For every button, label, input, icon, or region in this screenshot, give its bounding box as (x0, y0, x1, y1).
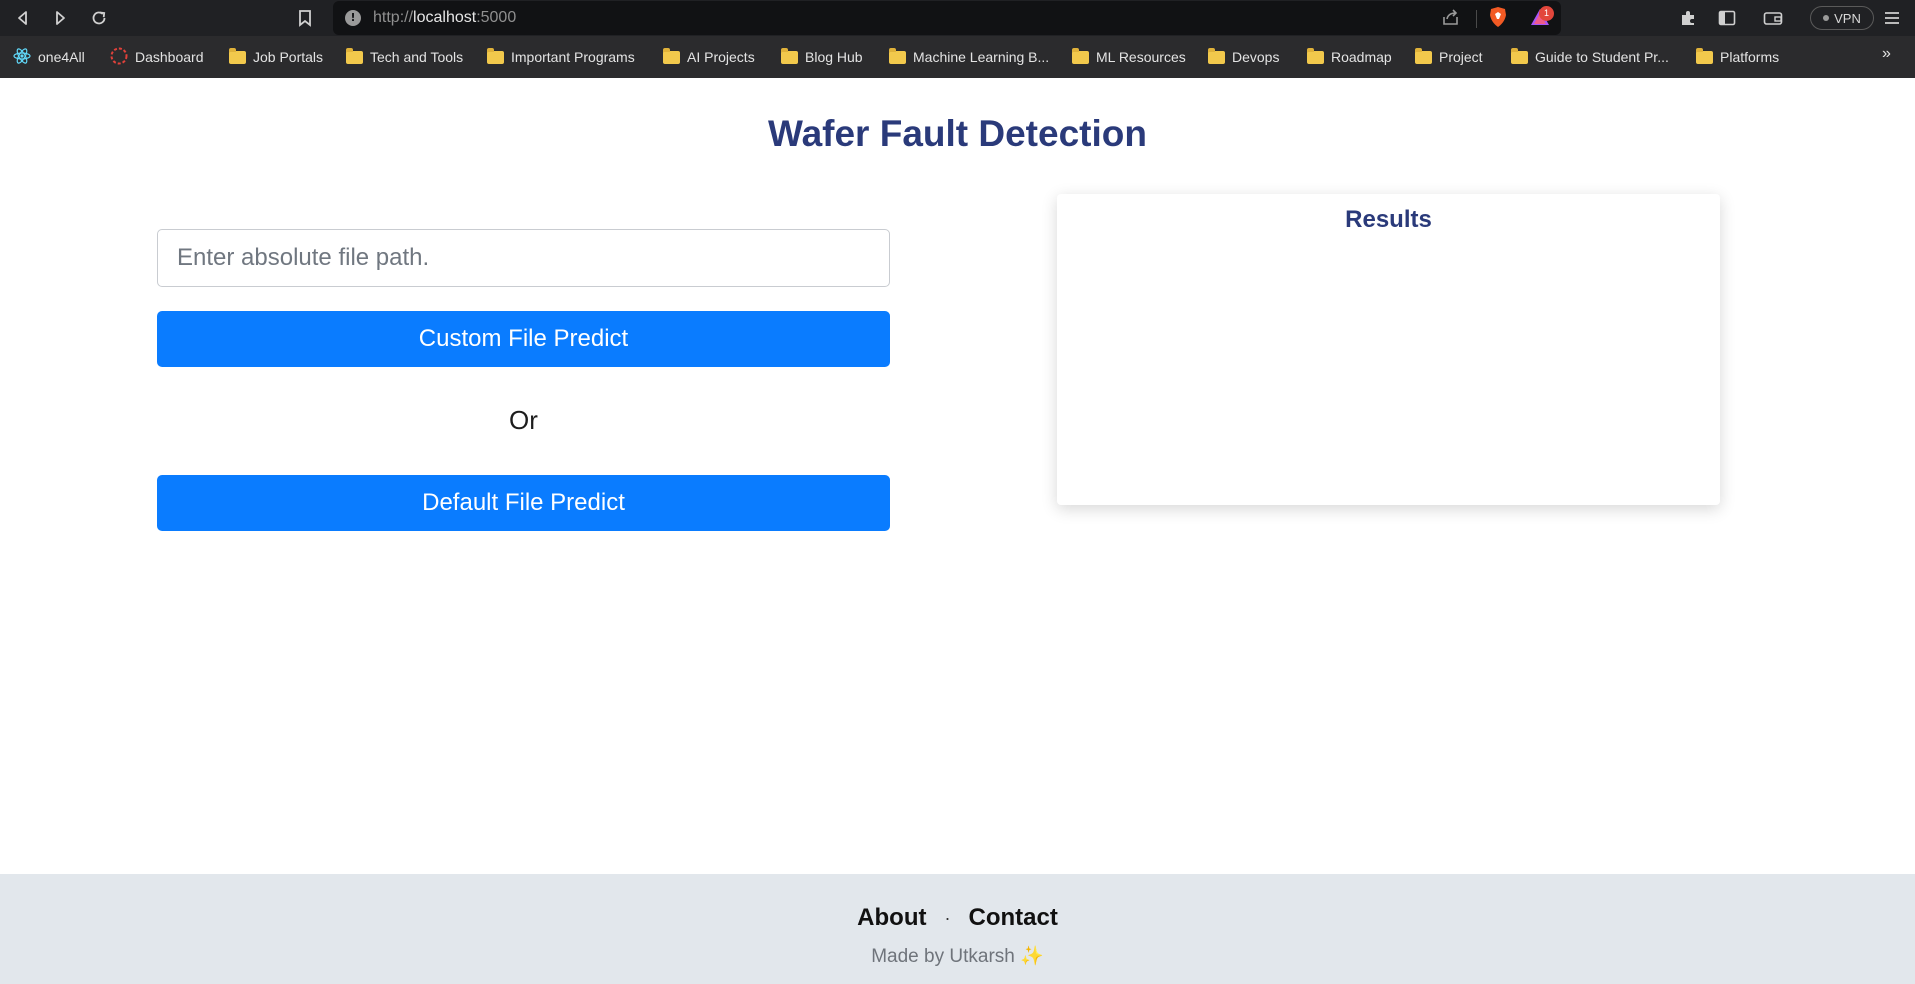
folder-icon (229, 47, 246, 64)
back-icon[interactable] (11, 6, 35, 30)
footer-separator: · (944, 908, 951, 929)
footer: About · Contact Made by Utkarsh ✨ (0, 874, 1915, 984)
bookmark-tech-and-tools[interactable]: Tech and Tools (346, 46, 463, 68)
folder-icon (663, 47, 680, 64)
bookmark-job-portals[interactable]: Job Portals (229, 46, 323, 68)
bookmark-label: Devops (1232, 49, 1280, 65)
bookmark-machine-learning[interactable]: Machine Learning B... (889, 46, 1049, 68)
bookmark-label: Platforms (1720, 49, 1780, 65)
page-title: Wafer Fault Detection (768, 113, 1147, 154)
browser-toolbar: ! http://localhost:5000 1 VPN (0, 0, 1915, 36)
file-path-input[interactable] (157, 229, 890, 287)
react-icon (13, 47, 31, 68)
vpn-button[interactable]: VPN (1810, 6, 1874, 30)
bookmarks-bar: one4All Dashboard Job Portals Tech and T… (0, 36, 1915, 78)
bookmark-label: Job Portals (253, 49, 324, 65)
url-text[interactable]: http://localhost:5000 (373, 9, 516, 27)
wallet-icon[interactable] (1761, 6, 1785, 30)
folder-icon (346, 47, 363, 64)
about-link[interactable]: About (857, 904, 926, 931)
more-bookmarks-icon[interactable]: » (1882, 45, 1891, 63)
bookmark-label: Roadmap (1331, 49, 1392, 65)
bookmark-label: ML Resources (1096, 49, 1186, 65)
bookmark-roadmap[interactable]: Roadmap (1307, 46, 1392, 68)
custom-file-predict-button[interactable]: Custom File Predict (157, 311, 890, 367)
url-divider (1476, 10, 1477, 28)
brave-shields-icon[interactable] (1488, 6, 1508, 33)
folder-icon (889, 47, 906, 64)
results-title: Results (1345, 206, 1432, 233)
bookmark-project[interactable]: Project (1415, 46, 1483, 68)
sidebar-icon[interactable] (1715, 6, 1739, 30)
folder-icon (781, 47, 798, 64)
bookmark-label: Tech and Tools (370, 49, 464, 65)
bookmark-dashboard[interactable]: Dashboard (110, 46, 204, 68)
address-bar[interactable]: ! http://localhost:5000 (333, 1, 1561, 35)
footer-credit: Made by Utkarsh ✨ (871, 946, 1044, 967)
menu-icon[interactable] (1880, 6, 1904, 30)
folder-icon (1415, 47, 1432, 64)
extensions-icon[interactable] (1676, 6, 1700, 30)
bookmark-ai-projects[interactable]: AI Projects (663, 46, 755, 68)
contact-link[interactable]: Contact (968, 904, 1057, 931)
folder-icon (1511, 47, 1528, 64)
rewards-badge: 1 (1539, 6, 1554, 21)
bookmark-label: Machine Learning B... (913, 49, 1050, 65)
footer-links: About · Contact (0, 904, 1915, 932)
vpn-status-dot (1823, 15, 1830, 21)
bookmark-devops[interactable]: Devops (1208, 46, 1279, 68)
reload-icon[interactable] (87, 6, 111, 30)
bookmark-platforms[interactable]: Platforms (1696, 46, 1779, 68)
folder-icon (1072, 47, 1089, 64)
dashboard-icon (110, 47, 128, 68)
bookmark-label: Project (1439, 49, 1483, 65)
bookmark-blog-hub[interactable]: Blog Hub (781, 46, 863, 68)
bookmark-label: AI Projects (687, 49, 755, 65)
folder-icon (1307, 47, 1324, 64)
bookmark-label: one4All (38, 49, 85, 65)
vpn-label: VPN (1834, 10, 1861, 26)
folder-icon (487, 47, 504, 64)
bookmark-guide-to-student[interactable]: Guide to Student Pr... (1511, 46, 1669, 68)
results-panel: Results (1057, 194, 1720, 505)
bookmark-one4all[interactable]: one4All (13, 46, 85, 68)
or-separator: Or (509, 405, 538, 435)
bookmark-label: Blog Hub (805, 49, 863, 65)
bookmark-label: Dashboard (135, 49, 204, 65)
default-file-predict-button[interactable]: Default File Predict (157, 475, 890, 531)
site-info-icon[interactable]: ! (345, 10, 361, 26)
bookmark-icon[interactable] (293, 6, 317, 30)
bookmark-label: Important Programs (511, 49, 635, 65)
folder-icon (1208, 47, 1225, 64)
bookmark-label: Guide to Student Pr... (1535, 49, 1669, 65)
bookmark-important-programs[interactable]: Important Programs (487, 46, 635, 68)
forward-icon[interactable] (48, 6, 72, 30)
share-icon[interactable] (1441, 9, 1461, 32)
bookmark-ml-resources[interactable]: ML Resources (1072, 46, 1186, 68)
folder-icon (1696, 47, 1713, 64)
